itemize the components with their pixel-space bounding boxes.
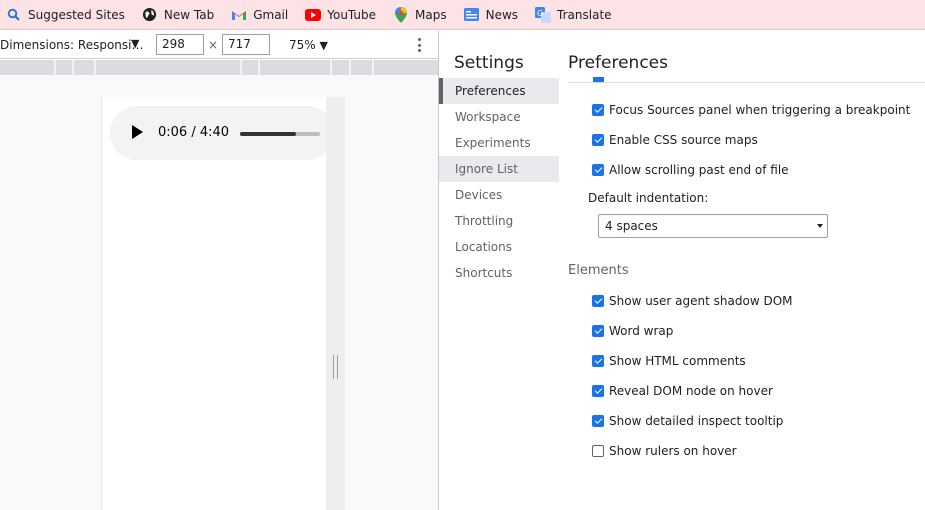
checkbox-label: Show rulers on hover [609, 444, 737, 458]
nav-devices[interactable]: Devices [439, 182, 559, 208]
checkbox-focus-sources[interactable]: Focus Sources panel when triggering a br… [592, 101, 910, 119]
bookmark-translate[interactable]: G Translate [535, 6, 612, 23]
translate-icon: G [535, 6, 552, 23]
search-icon [6, 7, 22, 23]
bookmark-suggested-sites[interactable]: Suggested Sites [6, 7, 125, 23]
checkbox-shadow-dom[interactable]: Show user agent shadow DOM [592, 292, 793, 310]
checkbox-icon[interactable] [592, 445, 604, 457]
checkbox-icon[interactable] [592, 385, 604, 397]
checkbox-rulers-on-hover[interactable]: Show rulers on hover [592, 442, 737, 460]
settings-nav: Preferences Workspace Experiments Ignore… [439, 78, 559, 286]
checkbox-icon[interactable] [592, 134, 604, 146]
news-icon [464, 7, 480, 23]
divider [568, 82, 925, 83]
default-indentation-label: Default indentation: [588, 191, 709, 205]
checkbox-word-wrap[interactable]: Word wrap [592, 322, 673, 340]
checkbox-label: Enable CSS source maps [609, 133, 758, 147]
gmail-icon [231, 7, 247, 23]
svg-text:G: G [537, 9, 543, 18]
dimensions-dropdown[interactable]: Dimensions: Responsi… [0, 38, 143, 52]
bookmark-maps[interactable]: Maps [393, 6, 447, 23]
nav-experiments[interactable]: Experiments [439, 130, 559, 156]
checkbox-css-source-maps[interactable]: Enable CSS source maps [592, 131, 758, 149]
checkbox-reveal-dom-node[interactable]: Reveal DOM node on hover [592, 382, 773, 400]
checkbox-icon[interactable] [592, 355, 604, 367]
device-toolbar: Dimensions: Responsi… ▼ 298 × 717 75% ▼ [0, 31, 438, 59]
device-frame: 0:06 / 4:40 [101, 97, 334, 510]
checkbox-label: Show user agent shadow DOM [609, 294, 793, 308]
checkbox-label: Show HTML comments [609, 354, 746, 368]
audio-time: 0:06 / 4:40 [158, 125, 230, 140]
width-input[interactable]: 298 [156, 34, 204, 55]
devtools-settings-panel: Settings Preferences Workspace Experimen… [438, 31, 925, 510]
device-resize-strip[interactable] [326, 97, 345, 510]
checkbox-icon[interactable] [592, 164, 604, 176]
more-options-icon[interactable] [414, 36, 424, 54]
nav-ignore-list[interactable]: Ignore List [439, 156, 559, 182]
globe-icon [142, 7, 158, 23]
bookmark-youtube[interactable]: YouTube [305, 7, 376, 23]
bookmark-label: Gmail [253, 7, 289, 22]
nav-locations[interactable]: Locations [439, 234, 559, 260]
bookmark-label: Translate [557, 7, 612, 22]
checkbox-icon[interactable] [592, 104, 604, 116]
bookmark-label: Maps [415, 7, 447, 22]
bookmark-label: News [485, 7, 519, 22]
elements-section-title: Elements [568, 263, 629, 278]
checkbox-icon[interactable] [592, 295, 604, 307]
nav-workspace[interactable]: Workspace [439, 104, 559, 130]
bookmark-new-tab[interactable]: New Tab [142, 7, 214, 23]
preferences-title: Preferences [568, 53, 668, 73]
nav-preferences[interactable]: Preferences [439, 78, 559, 104]
play-icon[interactable] [132, 125, 143, 139]
youtube-icon [305, 7, 322, 23]
zoom-dropdown[interactable]: 75% ▼ [289, 38, 328, 52]
default-indentation-select[interactable]: 4 spaces [598, 214, 828, 238]
select-value: 4 spaces [605, 219, 658, 233]
bookmark-gmail[interactable]: Gmail [231, 7, 288, 23]
nav-throttling[interactable]: Throttling [439, 208, 559, 234]
audio-seek-bar[interactable] [240, 132, 320, 136]
checkbox-label: Show detailed inspect tooltip [609, 414, 784, 428]
maps-pin-icon [393, 6, 409, 23]
bookmark-label: New Tab [163, 7, 215, 22]
times-separator: × [208, 38, 219, 52]
bookmarks-bar: Suggested Sites New Tab Gmail YouTube Ma… [0, 0, 925, 30]
checkbox-label: Reveal DOM node on hover [609, 384, 773, 398]
resize-handle-icon[interactable] [333, 355, 338, 379]
audio-seek-progress [240, 132, 296, 136]
checkbox-icon[interactable] [592, 325, 604, 337]
bookmark-label: YouTube [327, 7, 377, 22]
checkbox-label: Allow scrolling past end of file [609, 163, 789, 177]
bookmark-label: Suggested Sites [28, 7, 125, 22]
checkbox-label: Focus Sources panel when triggering a br… [609, 103, 911, 117]
zoom-value: 75% [289, 38, 316, 52]
checkbox-icon[interactable] [592, 415, 604, 427]
bookmark-news[interactable]: News [464, 7, 518, 23]
checkbox-scroll-past-end[interactable]: Allow scrolling past end of file [592, 161, 789, 179]
checkbox-label: Word wrap [609, 324, 674, 338]
nav-shortcuts[interactable]: Shortcuts [439, 260, 559, 286]
chevron-down-icon [817, 224, 823, 228]
height-input[interactable]: 717 [222, 34, 270, 55]
dimensions-dropdown-arrow-icon[interactable]: ▼ [131, 37, 139, 50]
zoom-arrow-icon: ▼ [319, 39, 328, 52]
settings-title: Settings [454, 53, 524, 73]
preferences-content: Preferences Focus Sources panel when tri… [559, 31, 925, 510]
device-viewport-area: 0:06 / 4:40 [0, 75, 438, 510]
audio-player[interactable]: 0:06 / 4:40 [110, 106, 334, 160]
checkbox-inspect-tooltip[interactable]: Show detailed inspect tooltip [592, 412, 783, 430]
checkbox-html-comments[interactable]: Show HTML comments [592, 352, 746, 370]
device-ruler [0, 60, 438, 75]
